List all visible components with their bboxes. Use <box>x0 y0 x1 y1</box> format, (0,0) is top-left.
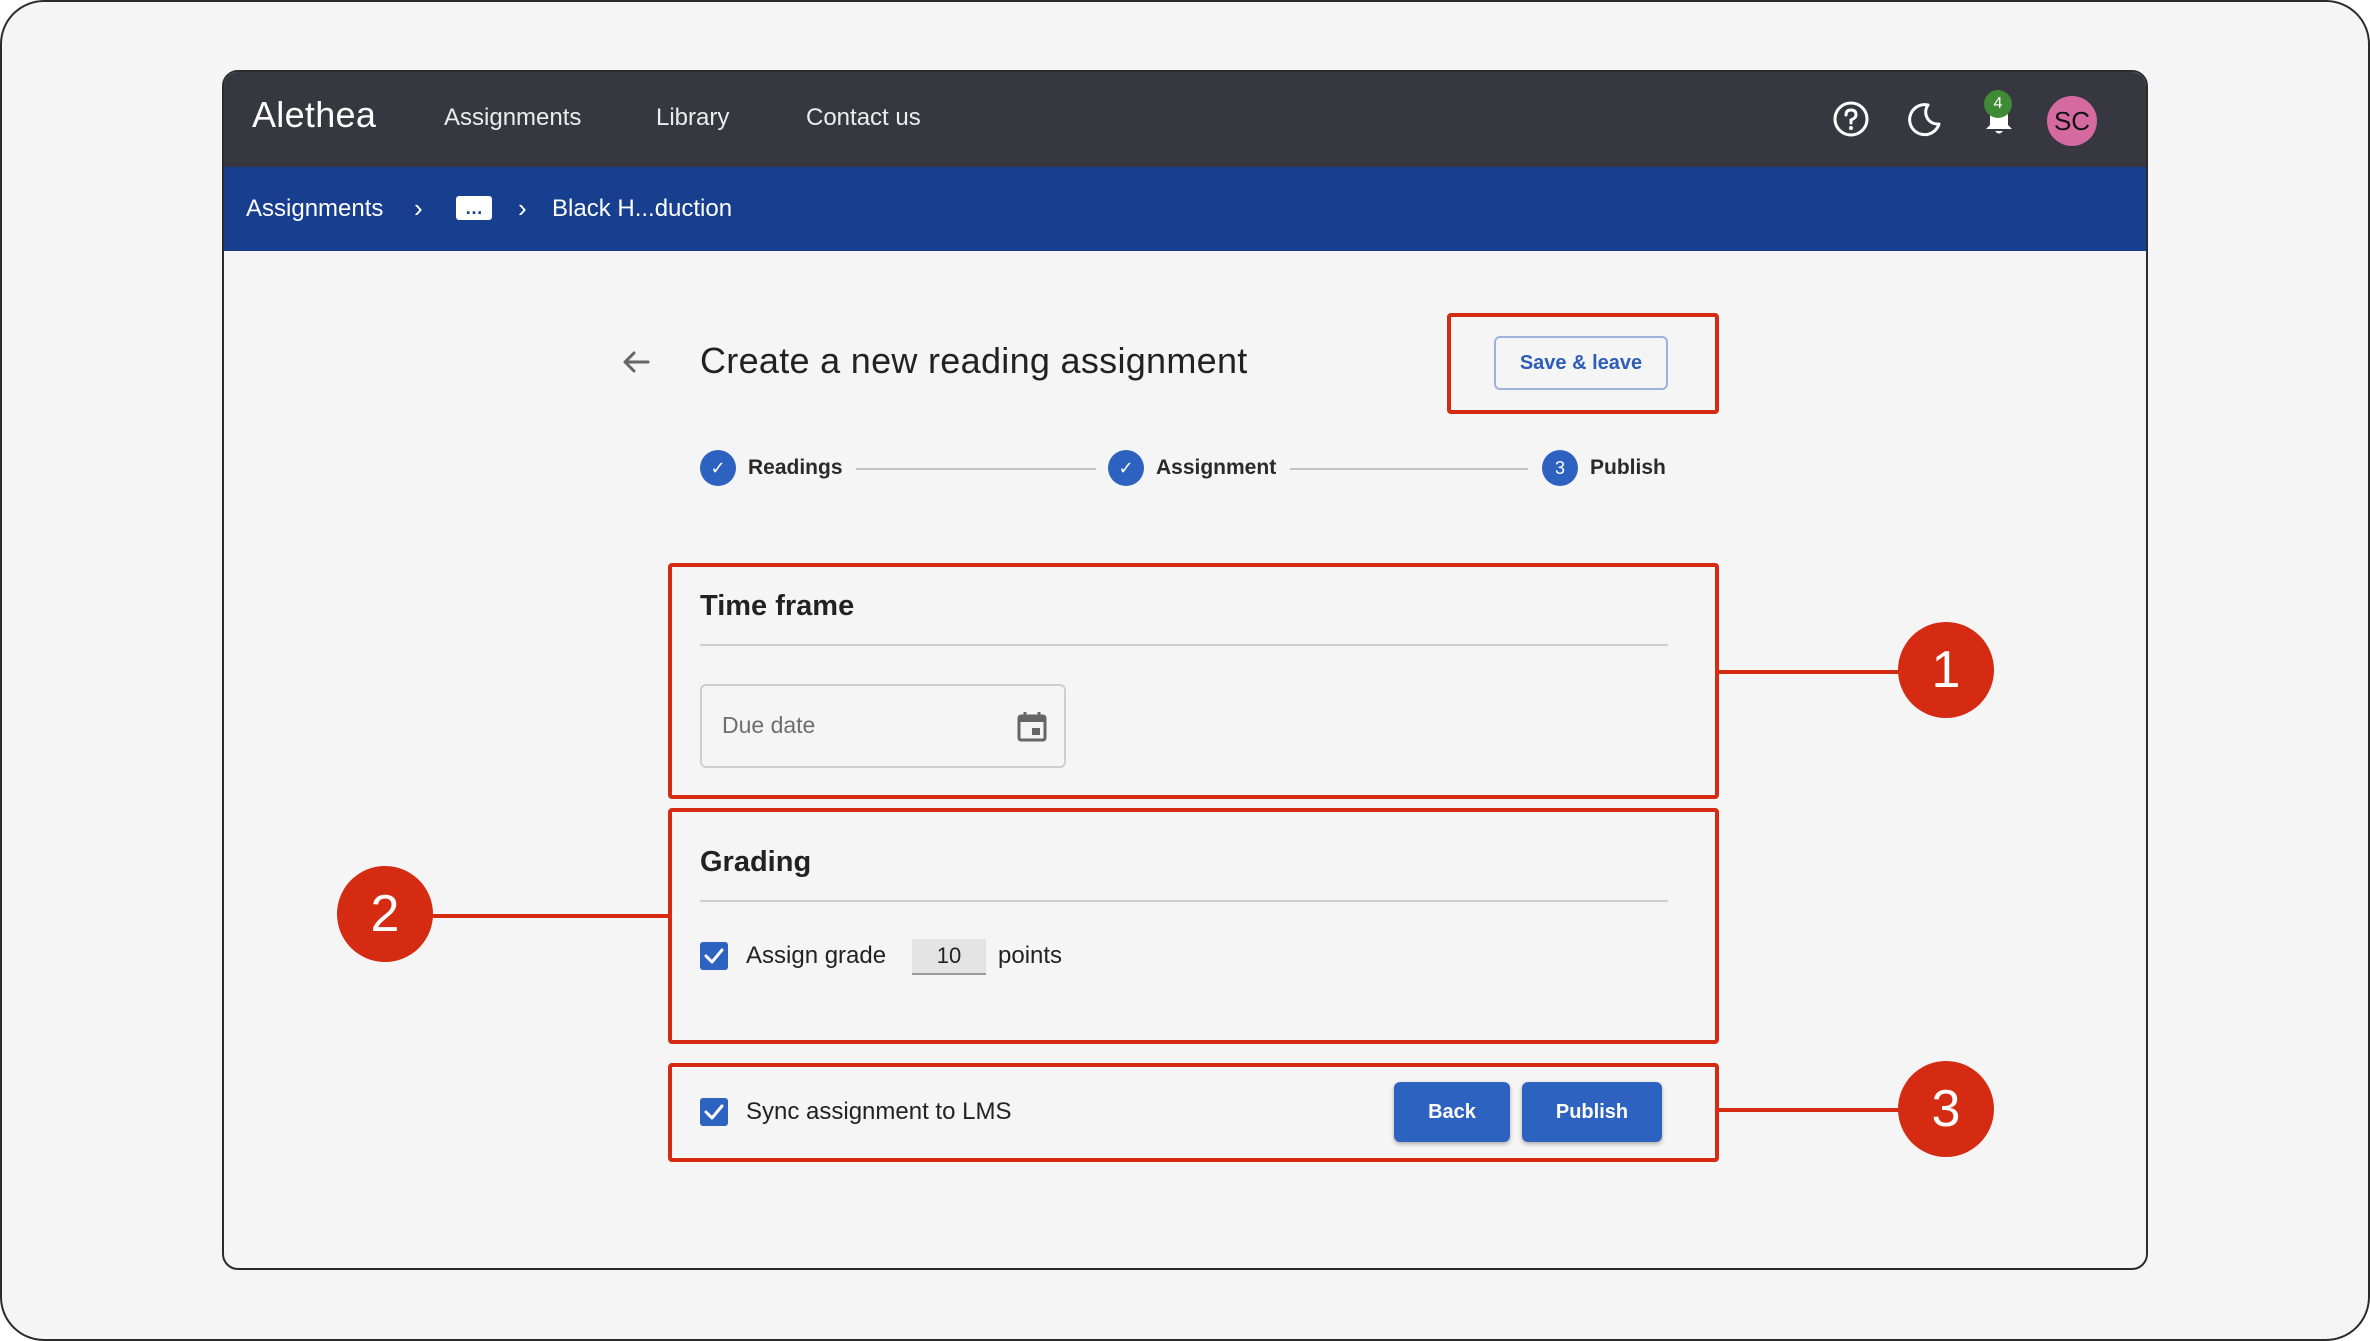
step-publish[interactable]: 3 Publish <box>1542 450 1666 486</box>
callout-1: 1 <box>1898 622 1994 718</box>
callout-leader <box>1719 1108 1899 1112</box>
arrow-left-icon[interactable] <box>616 342 656 382</box>
nav-library[interactable]: Library <box>656 104 729 132</box>
notification-badge: 4 <box>1984 90 2012 118</box>
highlight-footer <box>668 1063 1719 1162</box>
breadcrumb-assignments[interactable]: Assignments <box>246 195 383 223</box>
chevron-right-icon: › <box>518 193 527 223</box>
top-navbar: Alethea Assignments Library Contact us 4… <box>224 72 2146 167</box>
nav-contact-us[interactable]: Contact us <box>806 104 921 132</box>
dark-mode-icon[interactable] <box>1902 96 1948 142</box>
callout-leader <box>432 914 670 918</box>
check-icon: ✓ <box>1108 450 1144 486</box>
step-label: Assignment <box>1156 456 1277 479</box>
step-label: Readings <box>748 456 843 479</box>
step-assignment[interactable]: ✓ Assignment <box>1108 450 1276 486</box>
callout-3: 3 <box>1898 1061 1994 1157</box>
breadcrumb: Assignments › … › Black H...duction <box>224 167 2146 251</box>
highlight-time-frame <box>668 563 1719 799</box>
check-icon: ✓ <box>700 450 736 486</box>
step-number: 3 <box>1542 450 1578 486</box>
help-icon[interactable] <box>1828 96 1874 142</box>
brand-logo[interactable]: Alethea <box>252 94 376 136</box>
stepper-connector <box>856 468 1096 470</box>
callout-2: 2 <box>337 866 433 962</box>
step-readings[interactable]: ✓ Readings <box>700 450 843 486</box>
step-label: Publish <box>1590 456 1666 479</box>
chevron-right-icon: › <box>414 193 423 223</box>
avatar[interactable]: SC <box>2047 96 2097 146</box>
callout-leader <box>1719 670 1899 674</box>
breadcrumb-current: Black H...duction <box>552 195 733 222</box>
breadcrumb-more-button[interactable]: … <box>456 196 492 220</box>
stepper-connector <box>1290 468 1528 470</box>
page-title: Create a new reading assignment <box>700 340 1248 381</box>
nav-assignments[interactable]: Assignments <box>444 104 581 132</box>
highlight-grading <box>668 808 1719 1044</box>
highlight-save-button <box>1447 313 1719 414</box>
